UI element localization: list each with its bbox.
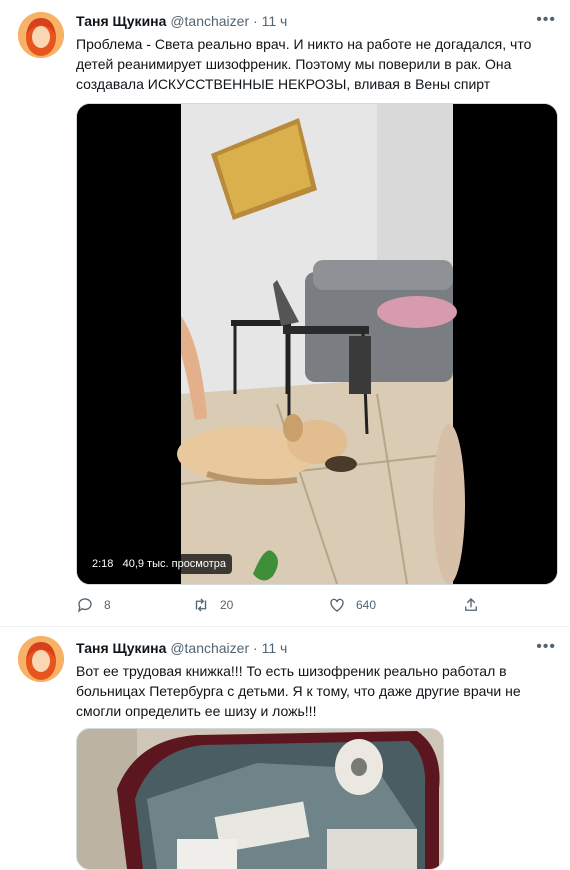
avatar[interactable] (18, 12, 64, 58)
author-handle[interactable]: @tanchaizer (170, 13, 249, 29)
tweet-header: Таня Щукина @tanchaizer · 11 ч (76, 640, 287, 656)
like-button[interactable]: 640 (328, 596, 376, 614)
video-player[interactable] (76, 103, 558, 585)
separator-dot: · (253, 640, 258, 656)
tweet-header: Таня Щукина @tanchaizer · 11 ч (76, 13, 287, 29)
tweet-1[interactable]: Таня Щукина @tanchaizer · 11 ч ••• Пробл… (0, 0, 570, 626)
reply-count: 8 (104, 598, 111, 612)
video-badge: 2:18 40,9 тыс. просмотра (86, 554, 233, 574)
author-handle[interactable]: @tanchaizer (170, 640, 249, 656)
timestamp[interactable]: 11 ч (262, 13, 288, 29)
tweet-2[interactable]: Таня Щукина @tanchaizer · 11 ч ••• Вот е… (0, 627, 570, 870)
tweet-actions: 8 20 640 (76, 596, 496, 618)
reply-icon (77, 598, 92, 613)
tweet-text: Проблема - Света реально врач. И никто н… (76, 36, 532, 92)
video-duration: 2:18 (92, 558, 114, 570)
tweet-text: Вот ее трудовая книжка!!! То есть шизофр… (76, 663, 521, 719)
separator-dot: · (253, 13, 258, 29)
retweet-count: 20 (220, 598, 234, 612)
photo[interactable] (76, 728, 444, 870)
photo-image (77, 729, 443, 869)
like-count: 640 (356, 598, 377, 612)
retweet-icon (195, 598, 207, 612)
share-icon (465, 598, 477, 611)
author-name[interactable]: Таня Щукина (76, 13, 166, 29)
more-icon[interactable]: ••• (536, 11, 556, 29)
author-name[interactable]: Таня Щукина (76, 640, 166, 656)
reply-button[interactable]: 8 (76, 596, 111, 614)
video-views: 40,9 тыс. просмотра (122, 558, 227, 570)
avatar[interactable] (18, 636, 64, 682)
share-button[interactable] (462, 596, 480, 614)
timestamp[interactable]: 11 ч (262, 640, 288, 656)
video-frame (77, 104, 557, 584)
more-icon[interactable]: ••• (536, 638, 556, 656)
retweet-button[interactable]: 20 (192, 596, 233, 614)
heart-icon (330, 598, 344, 612)
